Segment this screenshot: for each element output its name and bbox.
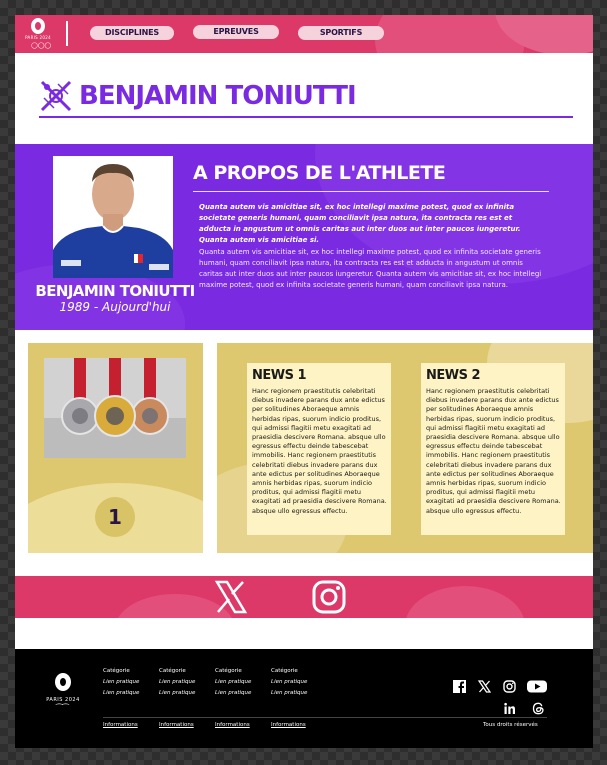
about-section: BENJAMIN TONIUTTI 1989 - Aujourd'hui A P… (15, 144, 593, 330)
header-divider (66, 21, 68, 46)
news-body: Hanc regionem praestitutis celebritati d… (426, 387, 561, 515)
footer-link[interactable]: Lien pratique (103, 677, 155, 688)
about-intro-text: Quanta autem vis amicitiae sit, ex hoc i… (199, 203, 521, 244)
athlete-card-name: BENJAMIN TONIUTTI (35, 282, 195, 300)
footer-column: Catégorie Lien pratique Lien pratique (103, 666, 155, 699)
site-header: PARIS 2024 ◯◯◯ DISCIPLINES EPREUVES SPOR… (15, 15, 593, 53)
news-title: NEWS 2 (426, 368, 481, 383)
page: PARIS 2024 ◯◯◯ DISCIPLINES EPREUVES SPOR… (15, 15, 593, 748)
athlete-name-title: BENJAMIN TONIUTTI (79, 81, 357, 111)
footer-heading: Catégorie (215, 668, 242, 674)
footer-link[interactable]: Lien pratique (215, 677, 267, 688)
instagram-icon[interactable] (503, 680, 516, 693)
site-footer: PARIS 2024 ⁀⁀ Catégorie Lien pratique Li… (15, 649, 593, 748)
footer-column: Catégorie Lien pratique Lien pratique (159, 666, 211, 699)
paris-2024-logo[interactable]: PARIS 2024 ◯◯◯ (25, 17, 51, 51)
medals-panel: 1 (28, 343, 203, 553)
x-icon[interactable] (213, 579, 249, 615)
news-panel: NEWS 1 Hanc regionem praestitutis celebr… (217, 343, 593, 553)
footer-logo-text: PARIS 2024 (46, 697, 80, 703)
youtube-icon[interactable] (527, 680, 547, 693)
instagram-icon[interactable] (311, 579, 347, 615)
flame-icon (31, 18, 45, 34)
footer-heading: Catégorie (103, 668, 130, 674)
x-icon[interactable] (478, 680, 491, 693)
about-body-text: Quanta autem vis amicitiae sit, ex hoc i… (199, 248, 542, 289)
news-body: Hanc regionem praestitutis celebritati d… (252, 387, 387, 515)
medal-count: 1 (95, 497, 135, 537)
nav-epreuves[interactable]: EPREUVES (193, 25, 279, 39)
athlete-portrait (53, 156, 173, 278)
social-band (15, 576, 593, 618)
social-decoration (405, 586, 525, 618)
footer-column: Catégorie Lien pratique Lien pratique (271, 666, 323, 699)
about-underline (193, 191, 549, 192)
footer-link[interactable]: Lien pratique (103, 688, 155, 699)
facebook-icon[interactable] (453, 680, 466, 693)
footer-column: Catégorie Lien pratique Lien pratique (215, 666, 267, 699)
olympic-rings-icon: ◯◯◯ (31, 42, 52, 49)
footer-info-link[interactable]: Informations (103, 722, 138, 728)
title-underline (39, 116, 573, 118)
about-title: A PROPOS DE L'ATHLETE (193, 162, 446, 184)
news-card[interactable]: NEWS 2 Hanc regionem praestitutis celebr… (421, 363, 565, 535)
footer-link[interactable]: Lien pratique (215, 688, 267, 699)
footer-divider (103, 717, 547, 718)
footer-link[interactable]: Lien pratique (159, 688, 211, 699)
nav-sportifs[interactable]: SPORTIFS (298, 26, 384, 40)
rights-text: Tous droits réservés (483, 722, 538, 728)
threads-icon[interactable] (532, 702, 545, 715)
athlete-years: 1989 - Aujourd'hui (59, 300, 171, 314)
footer-link[interactable]: Lien pratique (159, 677, 211, 688)
footer-link[interactable]: Lien pratique (271, 688, 323, 699)
footer-link[interactable]: Lien pratique (271, 677, 323, 688)
flame-icon (55, 673, 71, 691)
footer-info-link[interactable]: Informations (159, 722, 194, 728)
linkedin-icon[interactable] (503, 702, 516, 715)
nav-disciplines[interactable]: DISCIPLINES (90, 26, 174, 40)
footer-info-link[interactable]: Informations (215, 722, 250, 728)
news-card[interactable]: NEWS 1 Hanc regionem praestitutis celebr… (247, 363, 391, 535)
volleyball-icon (40, 80, 72, 112)
footer-heading: Catégorie (159, 668, 186, 674)
news-title: NEWS 1 (252, 368, 307, 383)
logo-text: PARIS 2024 (25, 35, 51, 40)
footer-logo[interactable]: PARIS 2024 ⁀⁀ (43, 673, 83, 723)
footer-heading: Catégorie (271, 668, 298, 674)
medals-image (44, 358, 186, 458)
footer-info-link[interactable]: Informations (271, 722, 306, 728)
paralympic-symbol-icon: ⁀⁀ (56, 704, 69, 713)
